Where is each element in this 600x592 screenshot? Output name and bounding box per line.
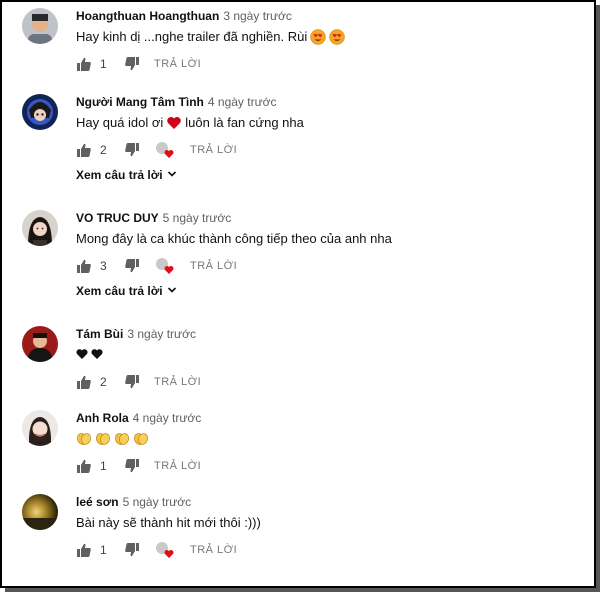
avatar[interactable] [22,94,58,130]
like-count: 2 [100,143,107,157]
comment-time[interactable]: 3 ngày trước [223,9,292,23]
heart-eyes-emoji [329,29,345,45]
comment-time[interactable]: 3 ngày trước [127,327,196,341]
like-count: 1 [100,459,107,473]
comment-text-content: luôn là fan cứng nha [185,115,304,130]
comment-actions: 1 TRẢ LỜI [76,456,201,476]
thumbs-up-icon[interactable] [76,56,92,72]
comment-author[interactable]: leé sơn [76,495,119,509]
thumbs-down-icon[interactable] [124,374,140,390]
comment-time[interactable]: 5 ngày trước [123,495,192,509]
chevron-down-icon [167,284,177,298]
like-count: 2 [100,375,107,389]
like-count: 3 [100,259,107,273]
reply-button[interactable]: TRẢ LỜI [154,460,201,472]
comment-time[interactable]: 4 ngày trước [133,411,202,425]
comment-time[interactable]: 5 ngày trước [163,211,232,225]
clapping-hands-emoji [76,430,92,446]
thumbs-down-icon[interactable] [124,542,140,558]
comment-text: Hay quá idol ơi luôn là fan cứng nha [76,114,582,132]
thumbs-up-icon[interactable] [76,542,92,558]
reply-button[interactable]: TRẢ LỜI [190,144,237,156]
view-replies-label: Xem câu trả lời [76,168,163,182]
avatar[interactable] [22,326,58,362]
comment-actions: 2 TRẢ LỜI [76,140,237,160]
comment-text [76,346,582,362]
thumbs-up-icon[interactable] [76,142,92,158]
thumbs-up-icon[interactable] [76,374,92,390]
avatar[interactable] [22,210,58,246]
comment-text-content: Mong đây là ca khúc thành công tiếp theo… [76,231,392,246]
black-heart-emoji [76,346,88,362]
comment-author[interactable]: Người Mang Tâm Tình [76,95,204,109]
comment-author[interactable]: Tám Bùi [76,327,123,341]
black-heart-emoji [91,346,103,362]
creator-heart-icon [154,256,176,276]
comment-text-content: Hay kinh dị ...nghe trailer đã nghiền. R… [76,29,308,44]
comment-text: Bài này sẽ thành hit mới thôi :))) [76,514,582,532]
comment-author[interactable]: VO TRUC DUY [76,211,159,225]
view-replies-button[interactable]: Xem câu trả lời [76,168,177,182]
clapping-hands-emoji [114,430,130,446]
comment-actions: 1 TRẢ LỜI [76,540,237,560]
comment-author[interactable]: Anh Rola [76,411,129,425]
red-heart-emoji [166,115,182,131]
view-replies-button[interactable]: Xem câu trả lời [76,284,177,298]
avatar[interactable] [22,8,58,44]
chevron-down-icon [167,168,177,182]
comment-time[interactable]: 4 ngày trước [208,95,277,109]
heart-eyes-emoji [310,29,326,45]
creator-heart-icon [154,140,176,160]
clapping-hands-emoji [133,430,149,446]
comment-text: Mong đây là ca khúc thành công tiếp theo… [76,230,582,248]
comment-author[interactable]: Hoangthuan Hoangthuan [76,9,219,23]
thumbs-down-icon[interactable] [124,258,140,274]
thumbs-down-icon[interactable] [124,56,140,72]
thumbs-up-icon[interactable] [76,258,92,274]
avatar[interactable] [22,410,58,446]
reply-button[interactable]: TRẢ LỜI [154,58,201,70]
reply-button[interactable]: TRẢ LỜI [190,544,237,556]
like-count: 1 [100,57,107,71]
clapping-hands-emoji [95,430,111,446]
reply-button[interactable]: TRẢ LỜI [190,260,237,272]
comment-actions: 3 TRẢ LỜI [76,256,237,276]
creator-heart-icon [154,540,176,560]
comment-text-content: Hay quá idol ơi [76,115,164,130]
comments-panel: Hoangthuan Hoangthuan 3 ngày trước Hay ki… [0,0,596,588]
comment-actions: 2 TRẢ LỜI [76,372,201,392]
reply-button[interactable]: TRẢ LỜI [154,376,201,388]
comment-text [76,430,582,446]
thumbs-down-icon[interactable] [124,458,140,474]
comment-text: Hay kinh dị ...nghe trailer đã nghiền. R… [76,28,582,46]
comment-actions: 1 TRẢ LỜI [76,54,201,74]
thumbs-up-icon[interactable] [76,458,92,474]
view-replies-label: Xem câu trả lời [76,284,163,298]
thumbs-down-icon[interactable] [124,142,140,158]
avatar[interactable] [22,494,58,530]
like-count: 1 [100,543,107,557]
comment-text-content: Bài này sẽ thành hit mới thôi :))) [76,515,261,530]
